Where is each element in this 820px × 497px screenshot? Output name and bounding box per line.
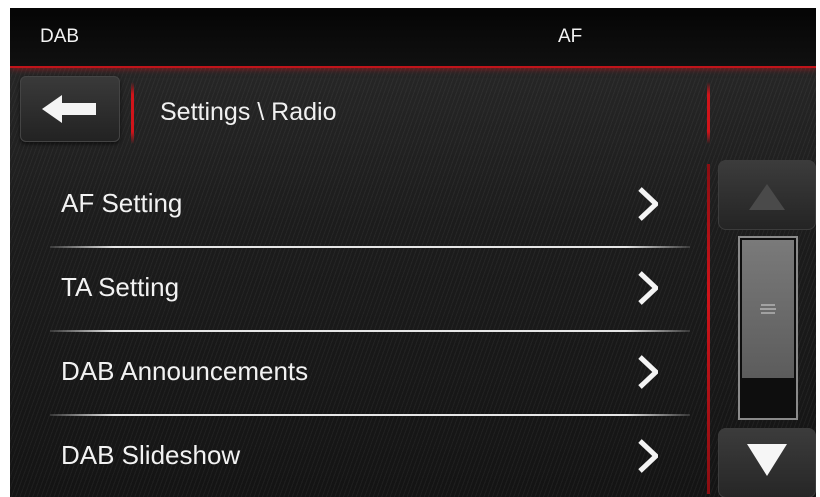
scroll-down-button[interactable] bbox=[718, 428, 816, 497]
menu-item-label: TA Setting bbox=[61, 272, 180, 302]
menu-item-label: DAB Slideshow bbox=[61, 440, 241, 470]
menu-item-label: AF Setting bbox=[61, 188, 183, 218]
scroll-up-button[interactable] bbox=[718, 160, 816, 230]
menu-item-label: DAB Announcements bbox=[61, 356, 309, 386]
arrow-left-icon bbox=[42, 95, 96, 123]
chevron-right-icon bbox=[638, 355, 658, 389]
af-indicator: AF bbox=[558, 26, 583, 47]
breadcrumb: Settings \ Radio bbox=[160, 98, 337, 126]
radio-settings-screen: DAB AF Settings \ Radio AF Setting TA Se… bbox=[10, 8, 816, 497]
status-bar: DAB AF bbox=[10, 8, 816, 68]
chevron-right-icon bbox=[638, 271, 658, 305]
triangle-up-icon bbox=[749, 184, 785, 210]
menu-item-af-setting[interactable]: AF Setting bbox=[10, 164, 690, 248]
scrollbar-track[interactable] bbox=[738, 236, 798, 420]
scrollbar-thumb[interactable] bbox=[742, 240, 794, 378]
menu-item-dab-announcements[interactable]: DAB Announcements bbox=[10, 332, 690, 416]
menu-item-ta-setting[interactable]: TA Setting bbox=[10, 248, 690, 332]
menu-item-dab-slideshow[interactable]: DAB Slideshow bbox=[10, 416, 690, 497]
header-divider-left bbox=[131, 82, 134, 144]
triangle-down-icon bbox=[747, 444, 787, 476]
settings-list: AF Setting TA Setting DAB Announcements … bbox=[10, 164, 700, 497]
header-divider-right bbox=[707, 82, 710, 144]
chevron-right-icon bbox=[638, 439, 658, 473]
back-button[interactable] bbox=[20, 76, 120, 142]
chevron-right-icon bbox=[638, 187, 658, 221]
list-divider bbox=[707, 164, 710, 494]
grip-lines-icon bbox=[760, 304, 776, 314]
source-label: DAB bbox=[40, 26, 80, 47]
